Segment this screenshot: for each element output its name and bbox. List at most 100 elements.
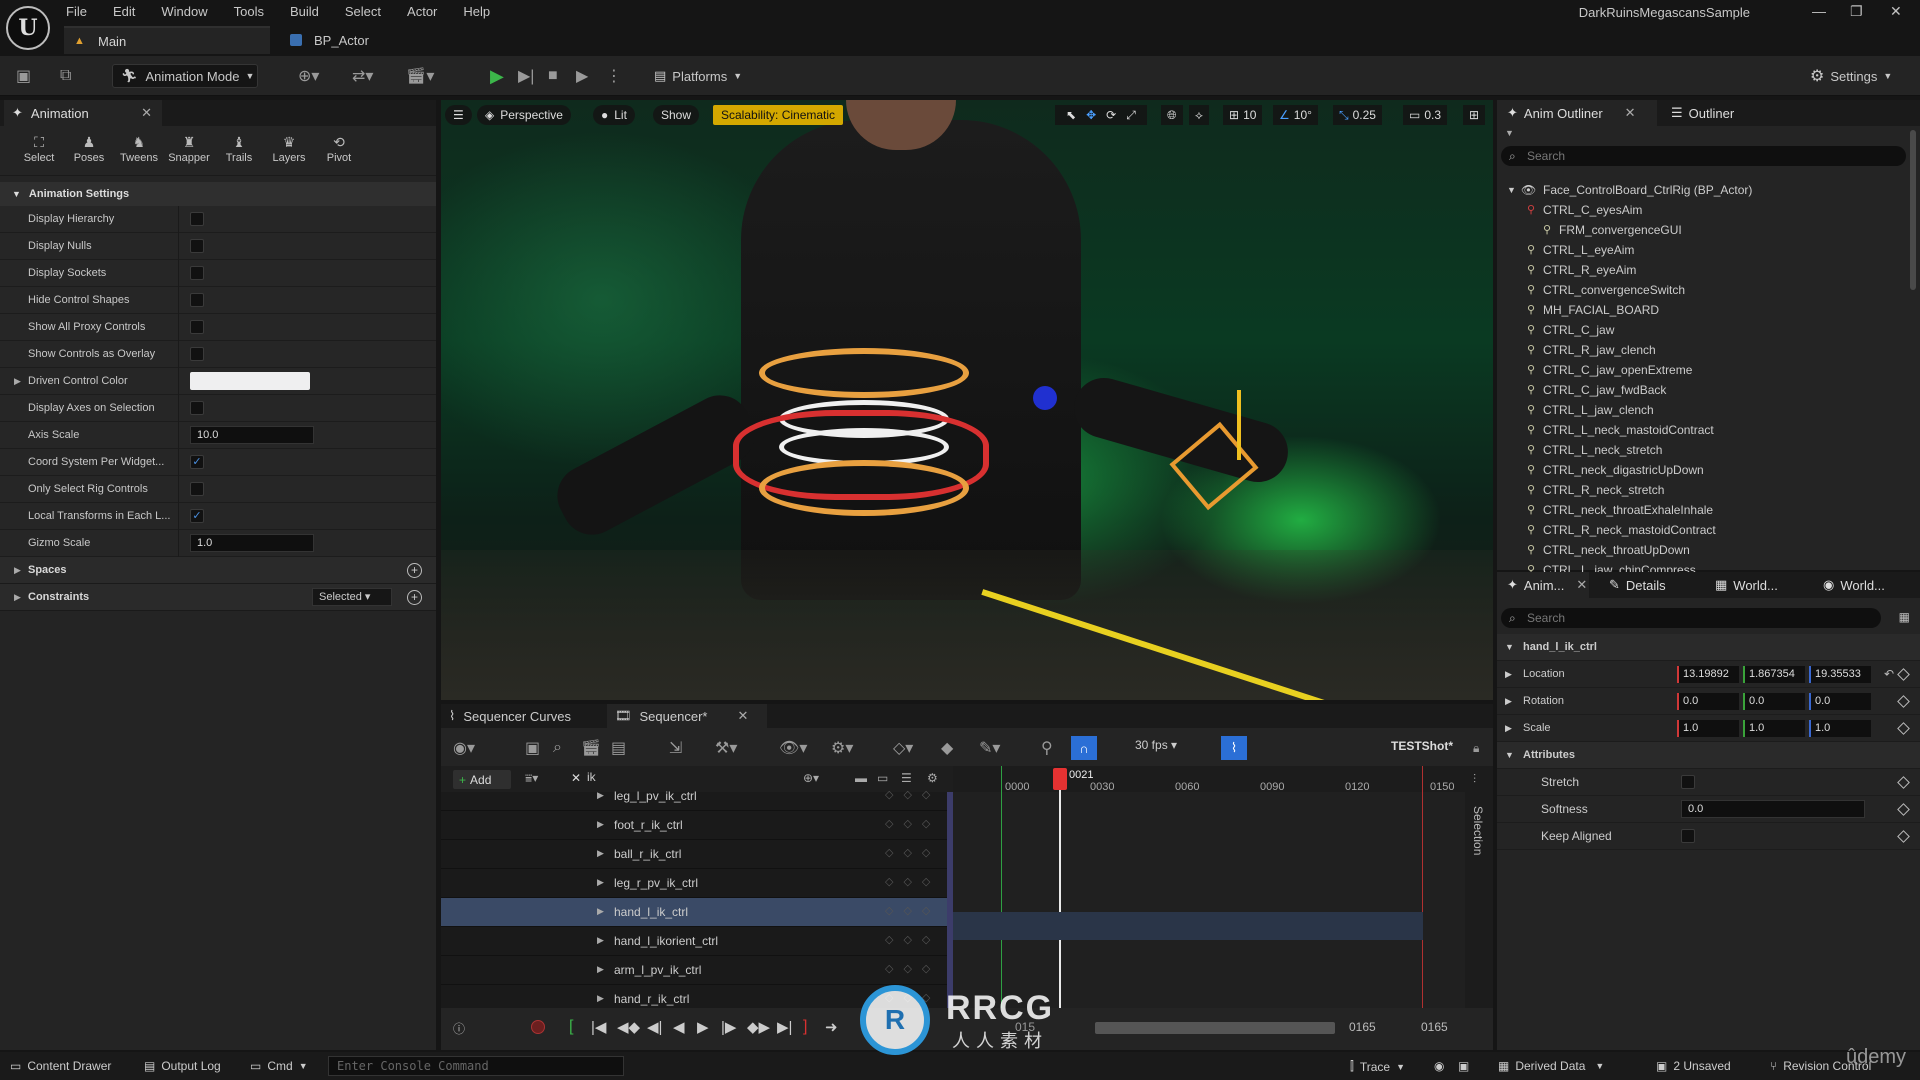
level-viewport[interactable]: ☰ ◈ Perspective ● Lit Show Scalability: Ci… — [441, 100, 1493, 700]
timeline-scrollbar[interactable] — [1095, 1022, 1335, 1034]
track-row[interactable]: ▶ hand_l_ikorient_ctrl ◇◇◇ — [441, 927, 953, 956]
location-z-input[interactable]: 19.35533 — [1809, 666, 1871, 683]
outliner-item[interactable]: ⚲ CTRL_C_jaw_openExtreme — [1497, 360, 1907, 380]
scale-snap-button[interactable]: ⤡ 0.25 — [1333, 105, 1382, 125]
minimize-icon[interactable]: — — [1812, 3, 1826, 19]
grid-snap-button[interactable]: ⊞ 10 — [1223, 105, 1263, 125]
tab-sequencer[interactable]: 🎞︎ Sequencer* ✕ — [607, 704, 767, 728]
track-row[interactable]: ▶ leg_r_pv_ik_ctrl ◇◇◇ — [441, 869, 953, 898]
next-frame-icon[interactable]: |▶ — [721, 1018, 736, 1036]
chevron-right-icon[interactable]: ▶ — [597, 819, 604, 830]
track-key-buttons[interactable]: ◇◇◇ — [885, 817, 940, 830]
add-actor-icon[interactable]: ⊕▾ — [298, 64, 319, 88]
world-local-icon[interactable]: 🌐︎ — [1161, 105, 1183, 125]
trace-button[interactable]: ⫿ Trace ▼ — [1350, 1059, 1405, 1074]
platforms-button[interactable]: ▤ Platforms ▼ — [654, 64, 742, 88]
outliner-item[interactable]: ⚲ CTRL_R_neck_stretch — [1497, 480, 1907, 500]
chevron-right-icon[interactable]: ▶ — [597, 964, 604, 975]
outliner-item[interactable]: ⚲ CTRL_C_eyesAim — [1497, 200, 1907, 220]
sliders-icon[interactable]: ⫶ — [1473, 772, 1476, 787]
display-hierarchy-checkbox[interactable] — [190, 212, 204, 226]
stretch-checkbox[interactable] — [1681, 775, 1695, 789]
viewport-menu-icon[interactable]: ☰ — [445, 105, 472, 125]
chevron-down-icon[interactable]: ▼ — [1505, 128, 1514, 138]
surface-snap-icon[interactable]: ⟡ — [1189, 105, 1209, 125]
camera-speed-button[interactable]: ▭ 0.3 — [1403, 105, 1448, 125]
outliner-item[interactable]: ⚲ FRM_convergenceGUI — [1497, 220, 1907, 240]
keyframe-icon[interactable] — [1897, 667, 1910, 681]
outliner-root-item[interactable]: ▼ 👁︎ Face_ControlBoard_CtrlRig (BP_Actor) — [1497, 180, 1907, 200]
curve-editor-icon[interactable]: ⌇ — [1221, 736, 1247, 760]
tool-select[interactable]: ⛶ Select — [14, 134, 64, 175]
rotate-icon[interactable]: ⟳ — [1106, 108, 1116, 122]
gizmo-arrow-up[interactable] — [1237, 390, 1241, 460]
constraints-section[interactable]: ▶ Constraints Selected ▾ + — [0, 584, 436, 611]
hide-control-shapes-checkbox[interactable] — [190, 293, 204, 307]
add-space-icon[interactable]: + — [407, 562, 422, 578]
chevron-right-icon[interactable]: ▶ — [1505, 696, 1512, 707]
scale-z-input[interactable]: 1.0 — [1809, 720, 1871, 737]
outliner-item[interactable]: ⚲ CTRL_R_eyeAim — [1497, 260, 1907, 280]
frame-rate-select[interactable]: 30 fps ▾ — [1135, 738, 1177, 752]
next-key-icon[interactable]: ◆▶ — [747, 1018, 770, 1036]
coord-system-checkbox[interactable]: ✓ — [190, 455, 204, 469]
keyframe-icon[interactable] — [1897, 802, 1910, 816]
keyframe-icon[interactable] — [1897, 694, 1910, 708]
menu-tools[interactable]: Tools — [234, 4, 264, 19]
track-key-buttons[interactable]: ◇◇◇ — [885, 788, 940, 801]
outliner-item[interactable]: ⚲ CTRL_R_jaw_clench — [1497, 340, 1907, 360]
track-row[interactable]: ▶ leg_l_pv_ik_ctrl ◇◇◇ — [441, 782, 953, 811]
chevron-right-icon[interactable]: ▶ — [597, 790, 604, 801]
console-command-input[interactable]: Enter Console Command — [328, 1056, 624, 1076]
chevron-right-icon[interactable]: ▶ — [597, 906, 604, 917]
timeline-ruler[interactable]: 0000 0030 0060 0090 0120 0150 — [953, 766, 1465, 793]
tab-anim-details[interactable]: ✦ Anim... ✕ — [1497, 572, 1589, 598]
constraints-filter-select[interactable]: Selected ▾ — [312, 588, 392, 606]
reset-icon[interactable]: ↶ — [1884, 667, 1894, 681]
chevron-right-icon[interactable]: ▶ — [597, 993, 604, 1004]
loop-icon[interactable]: ➜ — [825, 1018, 838, 1036]
track-key-buttons[interactable]: ◇◇◇ — [885, 933, 940, 946]
content-drawer-button[interactable]: ▭ Content Drawer — [10, 1059, 111, 1073]
playback-options-icon[interactable]: ⚙▾ — [831, 736, 853, 760]
menu-actor[interactable]: Actor — [407, 4, 437, 19]
rotation-x-input[interactable]: 0.0 — [1677, 693, 1739, 710]
select-mode-icon[interactable]: ⬉ — [1066, 108, 1076, 122]
outliner-search-input[interactable]: Search — [1501, 146, 1906, 166]
playback-end-marker[interactable] — [1422, 766, 1423, 1008]
edit-tools-icon[interactable]: ⇲ — [669, 736, 682, 760]
pole-vector-sphere[interactable] — [1033, 386, 1057, 410]
key-interpolation-icon[interactable]: ◇▾ — [893, 736, 913, 760]
rotation-snap-button[interactable]: ∠ 10° — [1273, 105, 1318, 125]
menu-file[interactable]: File — [66, 4, 87, 19]
chevron-right-icon[interactable]: ▶ — [597, 877, 604, 888]
playback-start-marker[interactable] — [1001, 766, 1002, 1008]
info-icon[interactable]: ⓘ — [453, 1020, 465, 1037]
cinematics-icon[interactable]: 🎬︎▾ — [406, 64, 434, 88]
location-y-input[interactable]: 1.867354 — [1743, 666, 1805, 683]
transform-tool-icon[interactable]: ⚒▾ — [715, 736, 737, 760]
show-proxy-controls-checkbox[interactable] — [190, 320, 204, 334]
set-start-icon[interactable]: [ — [569, 1018, 573, 1036]
display-nulls-checkbox[interactable] — [190, 239, 204, 253]
eject-icon[interactable]: ▶ — [576, 64, 588, 88]
outliner-item[interactable]: ⚲ CTRL_neck_digastricUpDown — [1497, 460, 1907, 480]
display-axes-checkbox[interactable] — [190, 401, 204, 415]
tab-sequencer-curves[interactable]: ⌇ Sequencer Curves — [441, 704, 601, 728]
scalability-badge[interactable]: Scalability: Cinematic — [713, 105, 844, 125]
keep-aligned-checkbox[interactable] — [1681, 829, 1695, 843]
close-icon[interactable]: ✕ — [1576, 577, 1587, 593]
play-icon[interactable]: ▶ — [697, 1018, 709, 1036]
save-sequence-icon[interactable]: ▣ — [525, 736, 540, 760]
tab-bp-actor[interactable]: BP_Actor — [280, 26, 420, 54]
stop-icon[interactable]: ■ — [548, 64, 558, 88]
cmd-select[interactable]: ▭ Cmd ▼ — [250, 1059, 308, 1073]
tab-outliner[interactable]: ☰ Outliner — [1661, 100, 1791, 126]
animation-mode-button[interactable]: 🏃︎ Animation Mode ▼ — [112, 64, 258, 88]
rotation-y-input[interactable]: 0.0 — [1743, 693, 1805, 710]
render-movie-icon[interactable]: 🎬︎ — [581, 736, 601, 760]
auto-key-icon[interactable]: ◆ — [941, 736, 953, 760]
derived-data-button[interactable]: ▦ Derived Data ▼ — [1498, 1059, 1604, 1073]
tool-pivot[interactable]: ⟲ Pivot — [314, 134, 364, 175]
play-reverse-icon[interactable]: ◀ — [673, 1018, 685, 1036]
